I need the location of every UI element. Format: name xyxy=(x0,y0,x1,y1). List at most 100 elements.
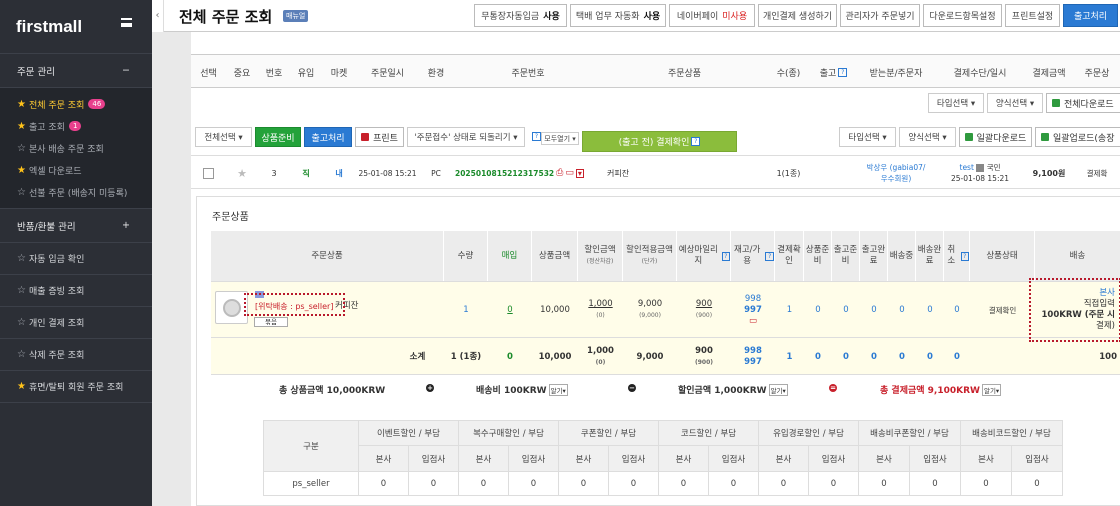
sidebar-item-label: 출고 조회 xyxy=(28,122,65,133)
col-discount: 할인금액 (정산차감) xyxy=(578,231,623,281)
expand-icon[interactable]: ▾ xyxy=(575,168,584,178)
all-download-button[interactable]: 전체다운로드 xyxy=(1046,93,1120,113)
subtotal-s1: 1 xyxy=(786,351,793,362)
hamburger-icon[interactable] xyxy=(121,18,132,27)
sidebar-item-deleted[interactable]: ☆ 삭제 주문 조회 xyxy=(0,339,152,371)
star-outline-icon: ☆ xyxy=(17,349,26,360)
window-icon[interactable]: ▭ xyxy=(749,316,757,327)
button-label: 프린트 xyxy=(373,133,398,144)
subtotal-discount: 1,000 (0) xyxy=(578,338,623,376)
discount-value: 1,000 xyxy=(587,346,614,356)
sidebar-section-returns[interactable]: 반품/환불 관리 + xyxy=(0,209,152,243)
sidebar-item-label: 선불 주문 (배송지 미등록) xyxy=(28,188,128,199)
star-outline-icon: ☆ xyxy=(17,142,26,154)
print-settings-button[interactable]: 프린트설정 xyxy=(1005,4,1060,27)
help-icon[interactable]: ? xyxy=(960,251,969,261)
help-icon[interactable]: ? xyxy=(532,132,541,141)
order-datetime: 25-01-08 15:21 xyxy=(358,168,417,178)
sidebar-item-label: 휴면/탈퇴 회원 주문 조회 xyxy=(28,383,124,393)
bulk-upload-button[interactable]: 일괄업로드(송장 xyxy=(1035,127,1120,147)
collapse-icon[interactable]: − xyxy=(122,65,130,76)
col-status: 주문상 xyxy=(1084,68,1110,79)
sidebar-collapse-button[interactable]: ‹ xyxy=(152,0,164,32)
recipient-name[interactable]: 박상우 (gabia07/ xyxy=(867,162,926,173)
important-star-icon[interactable]: ★ xyxy=(226,156,258,190)
naverpay-button[interactable]: 네이버페이 미사용 xyxy=(669,4,755,27)
type-select-top[interactable]: 타입선택 ▾ xyxy=(928,93,984,113)
order-row[interactable]: ★ 3 직 내 25-01-08 15:21 PC 20250108152123… xyxy=(191,155,1120,189)
manual-badge[interactable]: 매뉴얼 xyxy=(283,10,309,22)
col-datetime: 주문일시 xyxy=(370,68,405,79)
mileage-sub: (900) xyxy=(695,312,713,319)
discount-value: 0 xyxy=(809,472,859,496)
revert-dropdown[interactable]: '주문접수' 상태로 되돌리기 ▾ xyxy=(407,127,525,147)
expand-all-dropdown[interactable]: 모두열기 ▾ xyxy=(541,132,579,145)
discount-value: 0 xyxy=(709,472,759,496)
personal-pay-create-button[interactable]: 개인결제 생성하기 xyxy=(758,4,837,27)
col-select: 선택 xyxy=(200,68,217,79)
select-all-dropdown[interactable]: 전체선택 ▾ xyxy=(195,127,252,147)
sub-hq: 본사 xyxy=(859,446,910,472)
buyer-name[interactable]: test xyxy=(960,163,974,172)
totals-row: 총 상품금액 10,000KRW + 배송비 100KRW 알기▾ − 할인금액 … xyxy=(197,383,1120,399)
logo[interactable]: firstmall xyxy=(0,0,152,54)
discount-value[interactable]: 1,000 xyxy=(588,299,612,310)
bulk-download-button[interactable]: 일괄다운로드 xyxy=(959,127,1032,147)
item-purchase[interactable]: 0 xyxy=(488,282,532,338)
col-qty: 수량 xyxy=(444,231,488,281)
print-button[interactable]: 프린트 xyxy=(355,127,404,147)
window-icon[interactable]: ▭ xyxy=(565,168,574,178)
star-icon: ★ xyxy=(17,164,26,176)
ship-button[interactable]: 출고처리 xyxy=(304,127,352,147)
sidebar-item-prepaid[interactable]: ☆ 선불 주문 (배송지 미등록) xyxy=(0,181,152,203)
more-dropdown[interactable]: 알기▾ xyxy=(981,384,1002,396)
col-market: 마켓 xyxy=(330,68,348,79)
mileage-value[interactable]: 900 xyxy=(696,299,712,310)
more-dropdown[interactable]: 알기▾ xyxy=(768,384,788,396)
form-select[interactable]: 양식선택 ▾ xyxy=(899,127,956,147)
help-icon[interactable]: ? xyxy=(691,137,701,146)
sidebar-item-shipping[interactable]: ★ 출고 조회 1 xyxy=(0,115,152,137)
expand-icon[interactable]: + xyxy=(122,220,130,231)
sidebar-item-dormant[interactable]: ★ 휴면/탈퇴 회원 주문 조회 xyxy=(0,371,152,403)
col-s1: 결제확인 xyxy=(775,231,804,281)
star-icon: ★ xyxy=(17,120,26,132)
download-settings-button[interactable]: 다운로드항목설정 xyxy=(923,4,1002,27)
sidebar-item-personal-pay[interactable]: ☆ 개인 결제 조회 xyxy=(0,307,152,339)
sidebar-item-sales-proof[interactable]: ☆ 매출 증빙 조회 xyxy=(0,275,152,307)
subtotal-s4: 0 xyxy=(871,351,877,362)
row-checkbox[interactable] xyxy=(203,167,214,179)
col-label: 출고 xyxy=(819,68,837,79)
ship-process-button[interactable]: 출고처리 xyxy=(1063,4,1118,27)
sidebar-item-hq-shipping[interactable]: ☆ 본사 배송 주문 조회 xyxy=(0,137,152,159)
sub-seller: 입점사 xyxy=(509,446,559,472)
admin-order-button[interactable]: 관리자가 주문넣기 xyxy=(840,4,920,27)
order-product[interactable]: 커피잔 xyxy=(603,156,766,190)
more-dropdown[interactable]: 알기▾ xyxy=(548,384,568,396)
sidebar-submenu: ★ 전체 주문 조회 46 ★ 출고 조회 1 ☆ 본사 배송 주문 조회 ★ 엑셀 다운로… xyxy=(0,88,152,209)
sidebar-item-all-orders[interactable]: ★ 전체 주문 조회 46 xyxy=(0,93,152,115)
order-no-link[interactable]: 2025010815212317532 xyxy=(455,169,554,178)
sidebar-item-label: 매출 증빙 조회 xyxy=(28,287,85,297)
type-select[interactable]: 타입선택 ▾ xyxy=(839,127,896,147)
help-icon[interactable]: ? xyxy=(721,251,730,261)
payment-confirm-banner[interactable]: (출고 전) 결제확인? xyxy=(582,131,737,152)
subtotal-s3: 0 xyxy=(843,351,849,362)
auto-deposit-button[interactable]: 무통장자동입금 사용 xyxy=(474,4,567,27)
button-label: 출고처리 xyxy=(1073,12,1108,22)
help-icon[interactable]: ? xyxy=(838,67,848,77)
form-select-top[interactable]: 양식선택 ▾ xyxy=(987,93,1043,113)
discount-value: 0 xyxy=(961,472,1012,496)
highlight-box-shipping xyxy=(1029,278,1120,342)
sidebar-section-order[interactable]: 주문 관리 − xyxy=(0,54,152,88)
help-icon[interactable]: ? xyxy=(765,251,774,261)
star-outline-icon: ☆ xyxy=(17,253,26,264)
col-payment: 결제수단/일시 xyxy=(953,68,1007,79)
sidebar-item-excel[interactable]: ★ 엑셀 다운로드 xyxy=(0,159,152,181)
item-row: 묶음 [위탁배송 : ps_seller] 커피잔 1 0 10,000 1,0… xyxy=(211,281,1120,337)
print-icon[interactable]: ⎙ xyxy=(556,168,563,178)
state-label: 미사용 xyxy=(722,12,748,22)
prepare-button[interactable]: 상품준비 xyxy=(255,127,301,147)
courier-auto-button[interactable]: 택배 업무 자동화 사용 xyxy=(570,4,666,27)
sidebar-item-auto-deposit[interactable]: ☆ 자동 입금 확인 xyxy=(0,243,152,275)
